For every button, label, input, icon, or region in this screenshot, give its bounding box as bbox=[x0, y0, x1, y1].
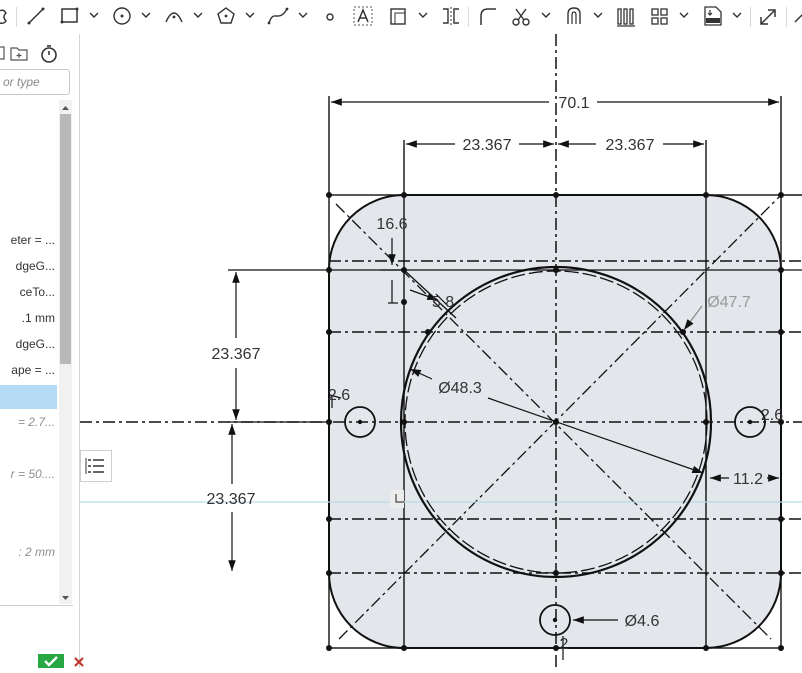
accept-button[interactable] bbox=[38, 654, 64, 668]
list-item[interactable]: : 2 mm bbox=[0, 540, 57, 564]
dimension-overall-width[interactable]: 70.1 bbox=[558, 95, 589, 112]
dimension-bottom-hole[interactable]: 2 bbox=[560, 636, 569, 653]
extend-icon[interactable] bbox=[563, 4, 585, 28]
circle-icon[interactable] bbox=[111, 4, 133, 28]
chevron-down-icon[interactable] bbox=[192, 8, 204, 20]
list-item[interactable]: r = 50.... bbox=[0, 462, 57, 486]
offset-icon[interactable] bbox=[388, 4, 410, 28]
add-folder-icon[interactable] bbox=[9, 44, 29, 62]
dimension-inner-diameter[interactable]: Ø47.7 bbox=[707, 294, 751, 311]
dimension-right-half[interactable]: 23.367 bbox=[606, 137, 655, 154]
chevron-down-icon[interactable] bbox=[88, 8, 100, 20]
more-tools-icon[interactable] bbox=[793, 4, 802, 28]
chevron-down-icon[interactable] bbox=[417, 8, 429, 20]
fillet-icon[interactable] bbox=[477, 4, 499, 28]
scroll-up-icon[interactable] bbox=[60, 101, 71, 113]
dimension-chamfer[interactable]: 5.8 bbox=[432, 294, 454, 311]
chevron-down-icon[interactable] bbox=[540, 8, 552, 20]
chevron-down-icon[interactable] bbox=[297, 8, 309, 20]
dimension-corner[interactable]: 16.6 bbox=[376, 216, 407, 233]
sketch-drawing[interactable]: 70.1 23.367 23.367 23.367 23.367 16.6 5.… bbox=[80, 34, 802, 668]
text-icon[interactable] bbox=[352, 4, 374, 28]
panel-divider bbox=[0, 605, 73, 606]
rectangle-icon[interactable] bbox=[59, 4, 81, 28]
polygon-icon[interactable] bbox=[215, 4, 237, 28]
arc-icon[interactable] bbox=[163, 4, 185, 28]
chevron-down-icon[interactable] bbox=[678, 8, 690, 20]
dimension-offset[interactable]: 11.2 bbox=[733, 471, 763, 488]
chevron-down-icon[interactable] bbox=[592, 8, 604, 20]
list-item[interactable]: ceTo... bbox=[0, 280, 57, 304]
chevron-down-icon[interactable] bbox=[140, 8, 152, 20]
search-placeholder: or type bbox=[3, 75, 40, 89]
list-item[interactable]: .1 mm bbox=[0, 306, 57, 330]
dimension-left-hole[interactable]: 2.6 bbox=[328, 387, 350, 404]
trim-icon[interactable] bbox=[510, 4, 532, 28]
point-icon[interactable] bbox=[322, 4, 338, 28]
dimension-right-hole[interactable]: 2.6 bbox=[761, 407, 783, 424]
list-item[interactable] bbox=[0, 514, 57, 538]
pattern-icon[interactable] bbox=[615, 4, 637, 28]
list-item[interactable]: dgeG... bbox=[0, 254, 57, 278]
list-item[interactable]: ape = ... bbox=[0, 358, 57, 382]
dimension-hole-diameter[interactable]: Ø4.6 bbox=[625, 613, 660, 630]
feature-dialog-panel: or type eter = ... dgeG... ceTo... .1 mm… bbox=[0, 34, 80, 668]
scrollbar-thumb[interactable] bbox=[60, 114, 71, 364]
chevron-down-icon[interactable] bbox=[731, 8, 743, 20]
list-item[interactable]: dgeG... bbox=[0, 332, 57, 356]
dimension-left-half[interactable]: 23.367 bbox=[463, 137, 512, 154]
dimension-lower-height[interactable]: 23.367 bbox=[207, 491, 256, 508]
mirror-icon[interactable] bbox=[440, 4, 462, 28]
grid-pattern-icon[interactable] bbox=[649, 4, 671, 28]
sketch-toolbar bbox=[0, 0, 802, 34]
construction-icon[interactable] bbox=[0, 4, 10, 28]
stopwatch-icon[interactable] bbox=[38, 44, 60, 63]
list-item[interactable]: = 2.7... bbox=[0, 410, 57, 434]
filter-icon[interactable] bbox=[0, 44, 6, 62]
dimension-upper-height[interactable]: 23.367 bbox=[212, 346, 261, 363]
scrollbar[interactable] bbox=[59, 100, 72, 604]
dimension-outer-diameter[interactable]: Ø48.3 bbox=[438, 380, 482, 397]
line-icon[interactable] bbox=[25, 4, 47, 28]
search-input[interactable]: or type bbox=[0, 69, 70, 95]
checkmark-icon bbox=[44, 656, 58, 667]
dxf-icon[interactable] bbox=[701, 4, 725, 28]
list-item-selected[interactable] bbox=[0, 385, 57, 409]
transform-icon[interactable] bbox=[757, 4, 779, 28]
chevron-down-icon[interactable] bbox=[244, 8, 256, 20]
scroll-down-icon[interactable] bbox=[60, 591, 71, 603]
spline-icon[interactable] bbox=[266, 4, 290, 28]
list-item[interactable]: eter = ... bbox=[0, 228, 57, 252]
sketch-canvas[interactable]: 70.1 23.367 23.367 23.367 23.367 16.6 5.… bbox=[80, 34, 802, 668]
